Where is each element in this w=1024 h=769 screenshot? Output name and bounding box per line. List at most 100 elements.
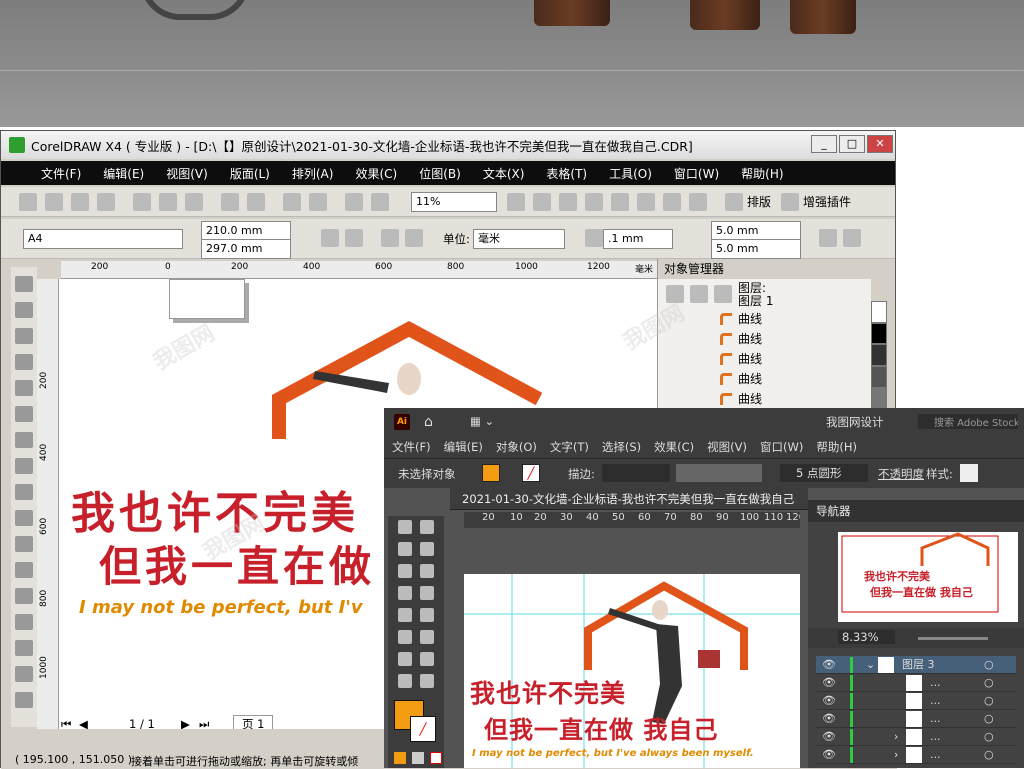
menu-item[interactable]: 帮助(H) <box>741 165 783 182</box>
menu-item[interactable]: 版面(L) <box>230 165 270 182</box>
menu-item[interactable]: 文件(F) <box>392 439 431 455</box>
menu-item[interactable]: 工具(O) <box>609 165 652 182</box>
object-item[interactable]: 曲线 <box>658 329 871 349</box>
rotate-tool-icon[interactable] <box>420 586 434 600</box>
gradient-tool-icon[interactable] <box>398 630 412 644</box>
menu-item[interactable]: 文本(X) <box>483 165 525 182</box>
menu-item[interactable]: 编辑(E) <box>103 165 144 182</box>
layer-row[interactable]: 👁 ... ○ <box>816 710 1016 728</box>
arrange-documents-icon[interactable]: ▦ ⌄ <box>470 414 494 428</box>
artboard[interactable]: 我也许不完美 但我一直在做 我自己 I may not be perfect, … <box>464 574 800 768</box>
menu-item[interactable]: 编辑(E) <box>444 439 483 455</box>
layer-row[interactable]: 👁 › ... ○ <box>816 728 1016 746</box>
zoom-out-icon[interactable] <box>533 192 551 211</box>
menu-item[interactable]: 效果(C) <box>355 165 397 182</box>
artboard-tool-icon[interactable] <box>420 652 434 666</box>
plugin-button[interactable]: 增强插件 <box>803 193 851 210</box>
cut-icon[interactable] <box>133 192 151 211</box>
page-width-field[interactable]: 210.0 mm <box>201 221 291 241</box>
target-icon[interactable]: ○ <box>984 692 994 710</box>
target-icon[interactable]: ○ <box>984 746 994 764</box>
print-icon[interactable] <box>97 192 115 211</box>
target-icon[interactable]: ○ <box>984 728 994 746</box>
eye-icon[interactable]: 👁 <box>822 674 836 692</box>
fill-tool-icon[interactable] <box>15 666 33 682</box>
layer-row[interactable]: 👁 › ... ○ <box>816 746 1016 764</box>
swatch-none[interactable] <box>871 301 887 323</box>
zoom-slider[interactable] <box>918 637 988 640</box>
layer-expand-icon[interactable]: › <box>894 728 898 746</box>
zoom-tool-icon[interactable] <box>420 674 434 688</box>
hand-tool-icon[interactable] <box>398 674 412 688</box>
object-item[interactable]: 曲线 <box>658 349 871 369</box>
layout-button[interactable]: 排版 <box>747 193 771 210</box>
type-tool-icon[interactable] <box>398 586 412 600</box>
menu-item[interactable]: 对象(O) <box>496 439 537 455</box>
none-mode-icon[interactable] <box>430 752 442 764</box>
rectangle-tool-icon[interactable] <box>15 432 33 448</box>
menu-item[interactable]: 视图(V) <box>707 439 747 455</box>
object-item[interactable]: 曲线 <box>658 389 871 409</box>
stroke-color-swatch[interactable]: ╱ <box>410 716 436 742</box>
edit-across-layers-icon[interactable] <box>690 285 708 303</box>
zoom-selected-icon[interactable] <box>559 192 577 211</box>
layer-row[interactable]: 👁 ⌄ 图层 3 ○ <box>816 656 1016 674</box>
eye-icon[interactable]: 👁 <box>822 710 836 728</box>
gradient-mode-icon[interactable] <box>412 752 424 764</box>
export-icon[interactable] <box>309 192 327 211</box>
menu-item[interactable]: 窗口(W) <box>760 439 803 455</box>
menu-item[interactable]: 效果(C) <box>654 439 694 455</box>
zoom-all-icon[interactable] <box>585 192 603 211</box>
eye-icon[interactable]: 👁 <box>822 728 836 746</box>
layout-icon[interactable] <box>725 192 743 211</box>
eye-icon[interactable]: 👁 <box>822 656 836 674</box>
menu-item[interactable]: 表格(T) <box>546 165 587 182</box>
publish-icon[interactable] <box>345 192 363 211</box>
outline-tool-icon[interactable] <box>15 640 33 656</box>
interactive-tool-icon[interactable] <box>15 588 33 604</box>
zoom-height-icon[interactable] <box>663 192 681 211</box>
smart-fill-icon[interactable] <box>15 406 33 422</box>
object-item[interactable]: 曲线 <box>658 309 871 329</box>
eyedropper-tool-icon[interactable] <box>15 614 33 630</box>
color-swatch[interactable] <box>871 366 887 388</box>
opacity-label[interactable]: 不透明度 <box>878 466 924 482</box>
document-tab[interactable]: 2021-01-30-文化墙-企业标语-我也许不完美但我一直在做我自己 <box>462 491 794 507</box>
rectangle-tool-icon[interactable] <box>398 564 412 578</box>
variable-width-profile[interactable] <box>676 464 762 482</box>
freehand-tool-icon[interactable] <box>15 380 33 396</box>
duplicate-y-field[interactable]: 5.0 mm <box>711 239 801 259</box>
target-icon[interactable]: ○ <box>984 674 994 692</box>
layer-row[interactable]: 👁 ... ○ <box>816 692 1016 710</box>
direct-selection-tool-icon[interactable] <box>420 520 434 534</box>
color-mode-icon[interactable] <box>394 752 406 764</box>
stock-search-input[interactable]: 搜索 Adobe Stock <box>918 414 1018 429</box>
eye-icon[interactable]: 👁 <box>822 692 836 710</box>
object-item[interactable]: 曲线 <box>658 369 871 389</box>
polygon-tool-icon[interactable] <box>15 484 33 500</box>
table-tool-icon[interactable] <box>15 562 33 578</box>
open-icon[interactable] <box>45 192 63 211</box>
nudge-field[interactable]: .1 mm <box>603 229 673 249</box>
zoom-in-icon[interactable] <box>507 192 525 211</box>
target-icon[interactable]: ○ <box>984 710 994 728</box>
paste-icon[interactable] <box>185 192 203 211</box>
page-size-select[interactable]: A4 <box>23 229 183 249</box>
launcher-icon[interactable] <box>371 192 389 211</box>
crop-tool-icon[interactable] <box>15 328 33 344</box>
stroke-weight-field[interactable] <box>602 464 670 482</box>
zoom-tool-icon[interactable] <box>15 354 33 370</box>
menu-item[interactable]: 窗口(W) <box>674 165 719 182</box>
layer-row[interactable]: 👁 ... ○ <box>816 674 1016 692</box>
save-icon[interactable] <box>71 192 89 211</box>
layer-expand-icon[interactable]: › <box>894 746 898 764</box>
pen-tool-icon[interactable] <box>398 542 412 556</box>
options-icon[interactable] <box>689 192 707 211</box>
pick-tool-icon[interactable] <box>15 276 33 292</box>
unit-select[interactable]: 毫米 <box>473 229 565 249</box>
close-button[interactable]: ✕ <box>867 135 893 153</box>
selection-tool-icon[interactable] <box>398 520 412 534</box>
maximize-button[interactable]: □ <box>839 135 865 153</box>
fill-swatch[interactable] <box>482 464 500 482</box>
symbol-sprayer-icon[interactable] <box>398 652 412 666</box>
